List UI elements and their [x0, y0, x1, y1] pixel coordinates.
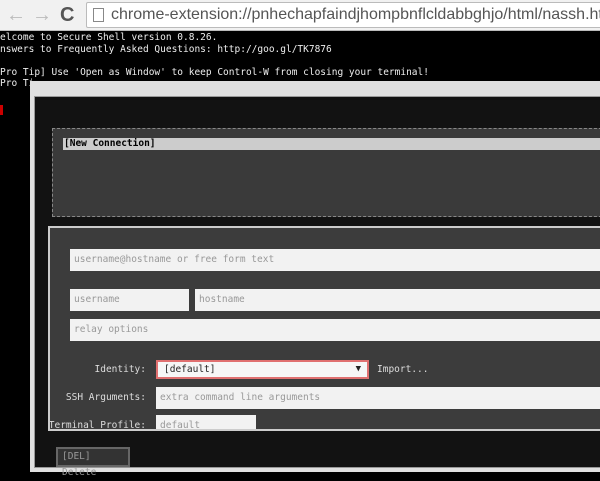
- identity-label: Identity:: [94, 364, 146, 375]
- url-text: chrome-extension://pnhechapfaindjhompbnf…: [111, 6, 600, 23]
- terminal-profile-label: Terminal Profile:: [48, 420, 146, 431]
- relay-input[interactable]: relay options: [70, 319, 600, 341]
- back-button[interactable]: ←: [6, 4, 26, 27]
- terminal-line: Pro Tip] Use 'Open as Window' to keep Co…: [0, 66, 429, 78]
- address-bar[interactable]: chrome-extension://pnhechapfaindjhompbnf…: [86, 2, 600, 28]
- ssh-arguments-input[interactable]: extra command line arguments: [156, 387, 600, 409]
- terminal-line: nswers to Frequently Asked Questions: ht…: [0, 43, 332, 55]
- username-input[interactable]: username: [70, 289, 189, 311]
- cursor-marker: [0, 105, 3, 115]
- reload-button[interactable]: C: [60, 4, 74, 27]
- connection-list[interactable]: [New Connection]: [52, 128, 600, 217]
- connection-form: username@hostname or free form text user…: [48, 226, 600, 431]
- import-link[interactable]: Import...: [377, 364, 428, 375]
- identity-value: [default]: [164, 364, 216, 375]
- hostname-input[interactable]: hostname: [195, 289, 600, 311]
- delete-button[interactable]: [DEL] Delete: [56, 447, 130, 478]
- destination-input[interactable]: username@hostname or free form text: [70, 249, 600, 271]
- forward-button[interactable]: →: [32, 4, 52, 27]
- terminal-line: elcome to Secure Shell version 0.8.26.: [0, 32, 218, 43]
- dropdown-arrow-icon: ▼: [355, 364, 361, 374]
- connection-item-new[interactable]: [New Connection]: [63, 138, 600, 150]
- dialog-body: [New Connection] username@hostname or fr…: [34, 96, 600, 478]
- terminal-profile-input[interactable]: default: [156, 415, 256, 429]
- browser-toolbar: ← → C chrome-extension://pnhechapfaindjh…: [0, 0, 600, 31]
- ssh-arguments-label: SSH Arguments:: [65, 392, 146, 403]
- page-icon: [93, 8, 104, 22]
- identity-select[interactable]: [default] ▼: [156, 360, 369, 379]
- connection-dialog: [New Connection] username@hostname or fr…: [30, 81, 600, 478]
